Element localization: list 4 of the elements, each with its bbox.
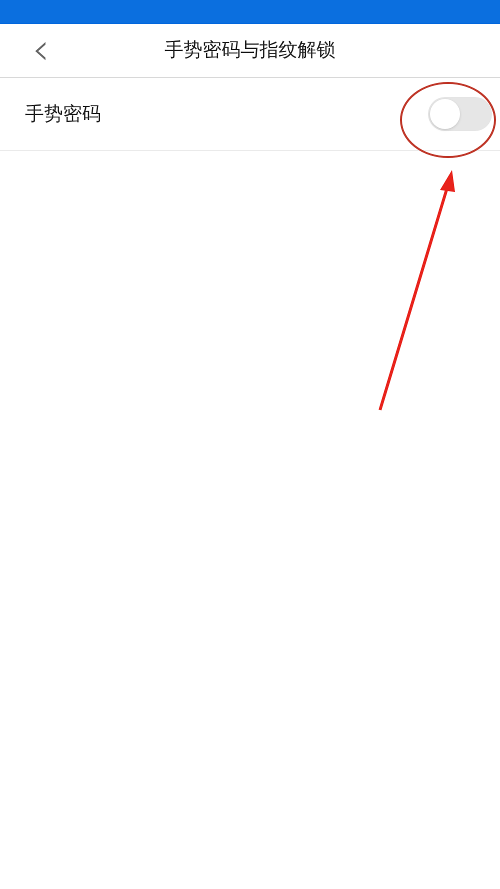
toggle-switch[interactable] — [428, 97, 492, 131]
back-button[interactable]: ‹ — [28, 28, 54, 72]
page-title: 手势密码与指纹解锁 — [164, 38, 336, 64]
setting-label: 手势密码 — [25, 102, 101, 127]
